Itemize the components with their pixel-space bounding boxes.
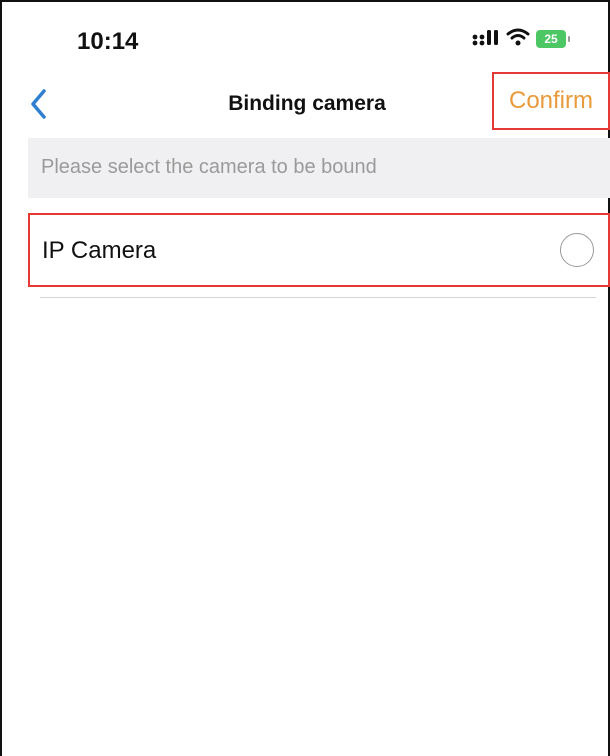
camera-name: IP Camera xyxy=(42,237,157,264)
wifi-icon xyxy=(506,28,530,51)
status-icons: 25 xyxy=(472,26,570,52)
battery-icon: 25 xyxy=(536,30,570,48)
status-bar: 10:14 25 xyxy=(2,2,610,72)
signal-icon xyxy=(472,28,502,51)
list-divider xyxy=(40,297,596,298)
status-time: 10:14 xyxy=(77,28,139,55)
camera-list-item[interactable]: IP Camera xyxy=(28,213,610,287)
camera-radio-button[interactable] xyxy=(560,233,594,267)
hint-text: Please select the camera to be bound xyxy=(41,156,377,178)
navigation-bar: Binding camera Confirm xyxy=(2,72,610,136)
hint-banner: Please select the camera to be bound xyxy=(28,138,610,198)
confirm-button[interactable]: Confirm xyxy=(492,72,610,130)
phone-screen: 10:14 25 Binding camera Confirm Please s… xyxy=(0,0,610,756)
